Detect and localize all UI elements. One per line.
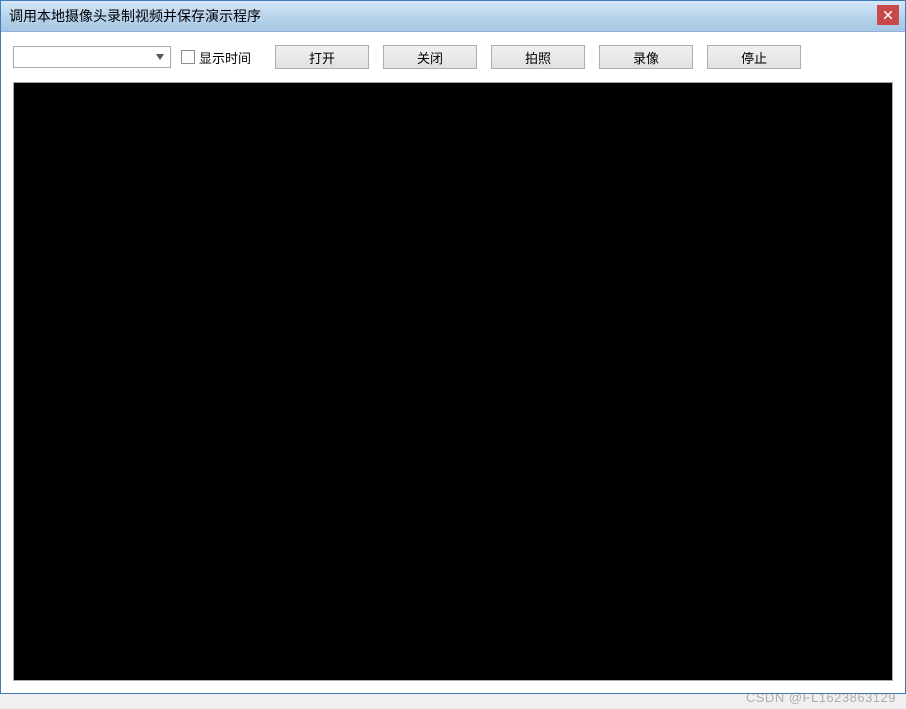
toolbar: 显示时间 打开 关闭 拍照 录像 停止 xyxy=(13,44,893,70)
close-button[interactable]: 关闭 xyxy=(383,45,477,69)
titlebar[interactable]: 调用本地摄像头录制视频并保存演示程序 xyxy=(1,1,905,32)
show-time-checkbox[interactable] xyxy=(181,50,195,64)
close-button-label: 关闭 xyxy=(417,48,443,67)
stop-button[interactable]: 停止 xyxy=(707,45,801,69)
close-icon xyxy=(884,11,892,19)
app-window: 调用本地摄像头录制视频并保存演示程序 显示时间 打开 xyxy=(0,0,906,694)
content-area: 显示时间 打开 关闭 拍照 录像 停止 xyxy=(1,32,905,693)
watermark: CSDN @FL1623863129 xyxy=(746,690,896,705)
video-preview xyxy=(13,82,893,681)
open-button[interactable]: 打开 xyxy=(275,45,369,69)
window-title: 调用本地摄像头录制视频并保存演示程序 xyxy=(9,6,261,26)
chevron-down-icon xyxy=(152,49,168,65)
capture-button-label: 拍照 xyxy=(525,48,551,67)
show-time-checkbox-wrap[interactable]: 显示时间 xyxy=(181,48,251,67)
capture-button[interactable]: 拍照 xyxy=(491,45,585,69)
camera-select[interactable] xyxy=(13,46,171,68)
close-window-button[interactable] xyxy=(877,5,899,25)
record-button[interactable]: 录像 xyxy=(599,45,693,69)
record-button-label: 录像 xyxy=(633,48,659,67)
stop-button-label: 停止 xyxy=(741,48,767,67)
show-time-label: 显示时间 xyxy=(199,48,251,67)
open-button-label: 打开 xyxy=(309,48,335,67)
